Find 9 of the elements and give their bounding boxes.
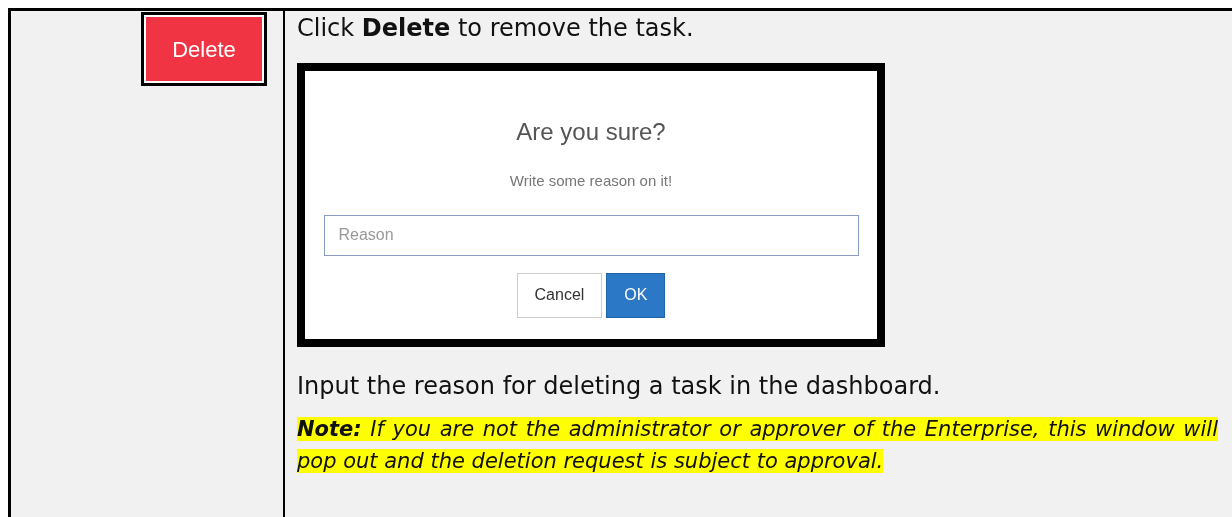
description-text: Input the reason for deleting a task in the dashboard. (297, 371, 942, 401)
dialog-message: Write some reason on it! (509, 171, 673, 191)
dialog-title: Are you sure? (516, 117, 666, 147)
reason-field[interactable]: Reason (323, 214, 859, 256)
instruction-text: Click Delete to remove the task. (297, 13, 695, 43)
note-text: Note: If you are not the administrator or approver of the Enterprise, this window will pop out and the deletion request is subject to approval. (297, 416, 1218, 475)
delete-button[interactable]: Delete (146, 17, 262, 81)
ok-button[interactable]: OK (606, 272, 666, 318)
cancel-button[interactable]: Cancel (516, 272, 603, 318)
